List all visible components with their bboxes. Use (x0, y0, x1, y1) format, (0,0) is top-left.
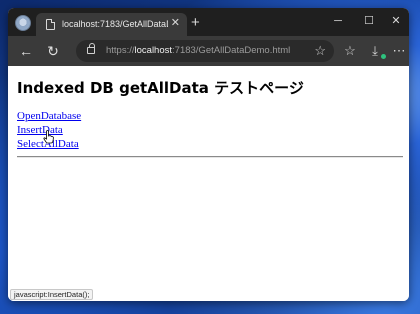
new-tab-icon[interactable]: + (191, 15, 200, 30)
url-text: https://localhost:7183/GetAllDataDemo.ht… (106, 45, 290, 57)
page-heading: Indexed DB getAllData テストページ (17, 79, 304, 97)
profile-icon[interactable] (15, 15, 31, 31)
maximize-icon[interactable]: ☐ (362, 14, 376, 28)
page-icon (46, 19, 55, 30)
status-bar: javascript:InsertData(); (10, 289, 94, 300)
back-icon[interactable]: ← (18, 43, 34, 59)
download-status-dot (381, 54, 386, 59)
minimize-icon[interactable]: ─ (331, 14, 345, 28)
insert-data-link[interactable]: InsertData (17, 124, 63, 137)
address-bar[interactable]: https://localhost:7183/GetAllDataDemo.ht… (76, 40, 334, 62)
reload-icon[interactable]: ↻ (45, 43, 61, 59)
open-database-link[interactable]: OpenDatabase (17, 110, 81, 123)
url-prefix: https:// (106, 45, 135, 56)
page-content: Indexed DB getAllData テストページ OpenDatabas… (8, 66, 409, 301)
horizontal-rule (17, 156, 403, 158)
favorites-icon[interactable]: ☆ (342, 42, 358, 59)
tab-active[interactable]: localhost:7183/GetAllDataDemo.h ✕ (36, 13, 187, 36)
star-icon[interactable]: ☆ (314, 43, 326, 58)
url-host: localhost (134, 45, 173, 56)
url-path: :7183/GetAllDataDemo.html (172, 45, 291, 56)
browser-window: localhost:7183/GetAllDataDemo.h ✕ + ─ ☐ … (8, 8, 409, 301)
hand-cursor-icon (43, 130, 54, 144)
title-bar[interactable]: localhost:7183/GetAllDataDemo.h ✕ + ─ ☐ … (8, 8, 409, 36)
browser-toolbar: ← ↻ https://localhost:7183/GetAllDataDem… (8, 36, 409, 66)
close-window-icon[interactable]: ✕ (389, 14, 403, 28)
tab-title: localhost:7183/GetAllDataDemo.h (62, 19, 168, 29)
more-icon[interactable]: ⋯ (391, 42, 407, 59)
lock-icon[interactable] (87, 43, 95, 54)
tab-close-icon[interactable]: ✕ (171, 17, 180, 30)
